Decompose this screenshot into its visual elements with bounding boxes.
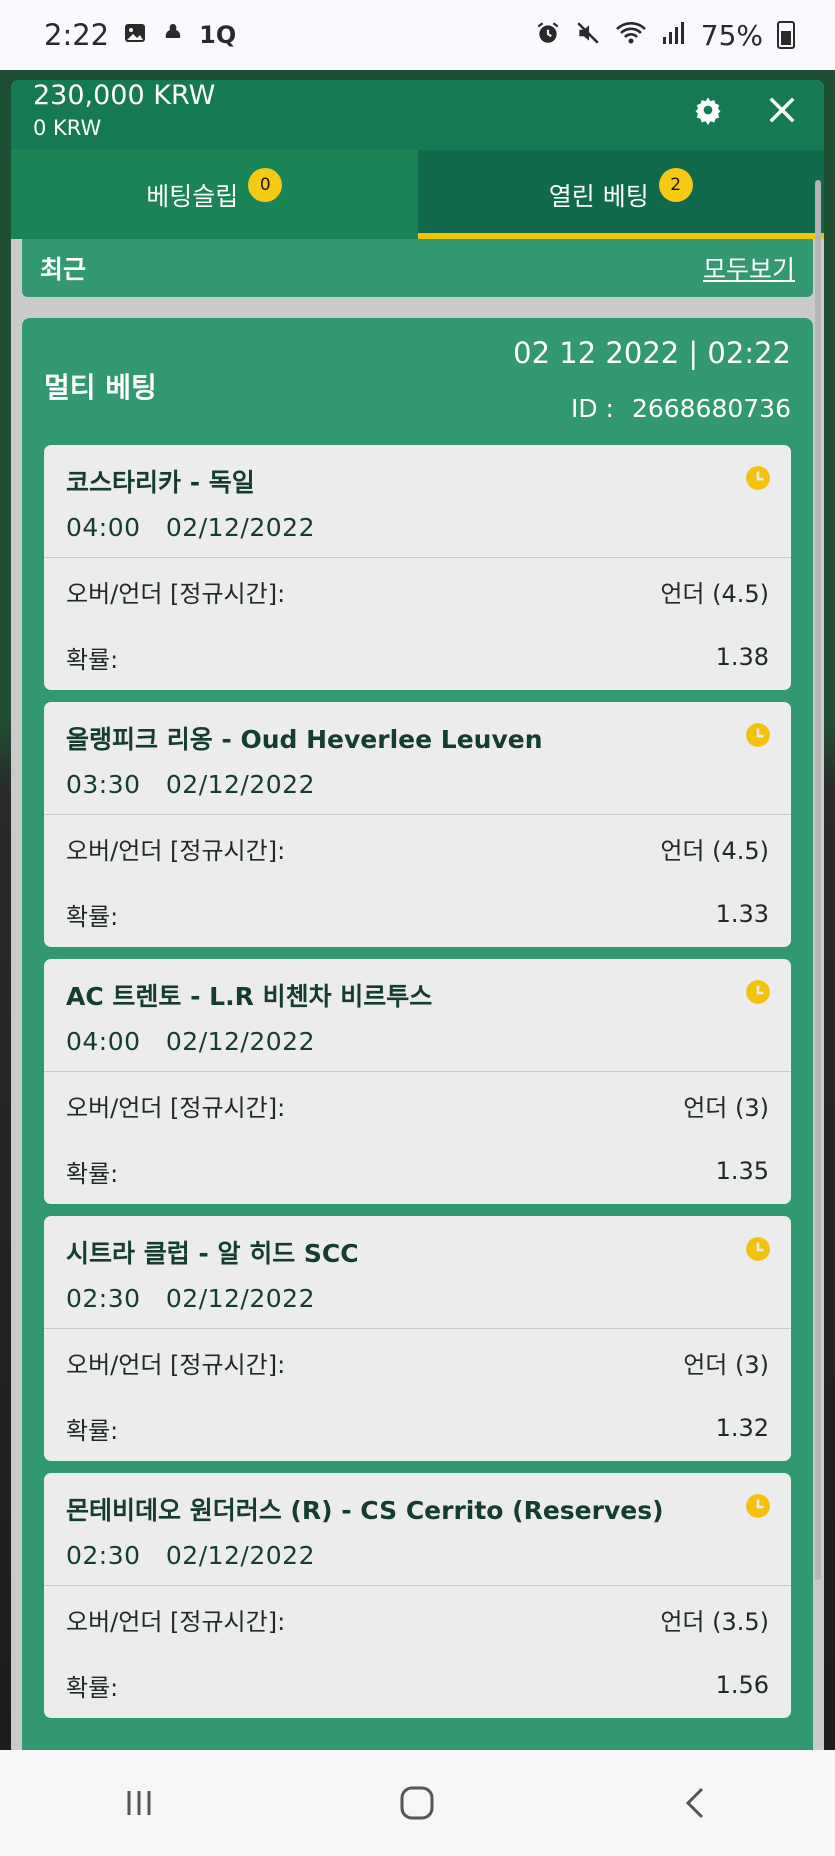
tab-count-badge: 0	[248, 167, 283, 202]
selection-card: 코스타리카 - 독일 04:00 02/12/2022 오버/언더 [정규시간]…	[44, 445, 791, 690]
tab-bar: 베팅슬립 0 열린 베팅 2	[11, 150, 824, 239]
wifi-icon	[615, 20, 647, 50]
match-time: 04:00 02/12/2022	[66, 513, 315, 542]
bet-type-title: 멀티 베팅	[44, 371, 157, 404]
gear-icon[interactable]	[688, 90, 728, 130]
clock-icon	[746, 466, 770, 490]
bet-id-label: ID :	[570, 394, 614, 423]
tab-count-badge: 2	[658, 167, 693, 202]
battery-percent: 75%	[700, 18, 763, 52]
clock-icon	[746, 980, 770, 1004]
recent-title: 최근	[40, 255, 87, 284]
selection-header: 시트라 클럽 - 알 히드 SCC 02:30 02/12/2022	[44, 1216, 791, 1329]
selection-header: 코스타리카 - 독일 04:00 02/12/2022	[44, 445, 791, 558]
odds-row: 확률: 1.38	[66, 643, 769, 674]
market-row: 오버/언더 [정규시간]: 언더 (3.5)	[66, 1607, 769, 1636]
selection-header: AC 트렌토 - L.R 비첸차 비르투스 04:00 02/12/2022	[44, 959, 791, 1072]
recent-bar: 최근 모두보기	[22, 239, 813, 297]
odds-row: 확률: 1.32	[66, 1414, 769, 1445]
market-row: 오버/언더 [정규시간]: 언더 (4.5)	[66, 579, 769, 608]
notification-icon	[161, 21, 185, 49]
gallery-icon	[123, 21, 147, 49]
match-name: 코스타리카 - 독일	[66, 468, 255, 497]
balance-amount: 230,000 KRW	[33, 80, 216, 111]
panel-header: 230,000 KRW 0 KRW	[11, 80, 824, 150]
navigation-bar	[0, 1750, 835, 1856]
header-actions	[688, 90, 802, 130]
odds-row: 확률: 1.56	[66, 1671, 769, 1702]
match-name: 시트라 클럽 - 알 히드 SCC	[66, 1239, 359, 1268]
home-icon[interactable]	[377, 1763, 457, 1843]
selection-card: 시트라 클럽 - 알 히드 SCC 02:30 02/12/2022 오버/언더…	[44, 1216, 791, 1461]
odds-row: 확률: 1.35	[66, 1157, 769, 1188]
match-name: 몬테비데오 원더러스 (R) - CS Cerrito (Reserves)	[66, 1496, 664, 1525]
match-time: 03:30 02/12/2022	[66, 770, 315, 799]
match-name: AC 트렌토 - L.R 비첸차 비르투스	[66, 982, 433, 1011]
status-left: 2:22 1Q	[44, 18, 236, 52]
selection-card: 올랭피크 리옹 - Oud Heverlee Leuven 03:30 02/1…	[44, 702, 791, 947]
bet-panel: 230,000 KRW 0 KRW 베팅슬립 0 열린 베팅 2 최근 모두보기…	[11, 80, 824, 1750]
view-all-link[interactable]: 모두보기	[703, 250, 795, 286]
back-icon[interactable]	[656, 1763, 736, 1843]
market-row: 오버/언더 [정규시간]: 언더 (4.5)	[66, 836, 769, 865]
tab-betslip[interactable]: 베팅슬립 0	[11, 150, 418, 239]
status-right: 75%	[535, 19, 795, 52]
selection-header: 올랭피크 리옹 - Oud Heverlee Leuven 03:30 02/1…	[44, 702, 791, 815]
mute-icon	[575, 20, 601, 50]
bet-id-value: 2668680736	[631, 394, 791, 423]
tab-label: 베팅슬립	[146, 181, 239, 211]
market-row: 오버/언더 [정규시간]: 언더 (3)	[66, 1093, 769, 1122]
clock-icon	[746, 1237, 770, 1261]
match-time: 02:30 02/12/2022	[66, 1284, 315, 1313]
match-name: 올랭피크 리옹 - Oud Heverlee Leuven	[66, 725, 543, 754]
signal-icon	[661, 20, 687, 50]
market-row: 오버/언더 [정규시간]: 언더 (3)	[66, 1350, 769, 1379]
tab-open-bets[interactable]: 열린 베팅 2	[417, 150, 824, 239]
tab-label: 열린 베팅	[548, 181, 649, 211]
bet-datetime: 02 12 2022 | 02:22	[513, 336, 791, 370]
multi-bet-card: 멀티 베팅 02 12 2022 | 02:22 ID : 2668680736…	[22, 318, 813, 1750]
scrollbar[interactable]	[815, 180, 821, 1580]
odds-row: 확률: 1.33	[66, 900, 769, 931]
status-time: 2:22	[44, 18, 110, 52]
close-icon[interactable]	[762, 90, 802, 130]
battery-icon	[777, 21, 795, 49]
app-badge-glyph: 1Q	[199, 21, 237, 49]
alarm-icon	[535, 20, 561, 50]
match-time: 04:00 02/12/2022	[66, 1027, 315, 1056]
selection-card: 몬테비데오 원더러스 (R) - CS Cerrito (Reserves) 0…	[44, 1473, 791, 1718]
bet-id: ID : 2668680736	[571, 394, 791, 423]
bonus-balance: 0 KRW	[33, 116, 102, 140]
clock-icon	[746, 723, 770, 747]
selection-card: AC 트렌토 - L.R 비첸차 비르투스 04:00 02/12/2022 오…	[44, 959, 791, 1204]
match-time: 02:30 02/12/2022	[66, 1541, 315, 1570]
recents-icon[interactable]	[99, 1763, 179, 1843]
status-bar: 2:22 1Q 75%	[0, 0, 835, 70]
selection-header: 몬테비데오 원더러스 (R) - CS Cerrito (Reserves) 0…	[44, 1473, 791, 1586]
clock-icon	[746, 1494, 770, 1518]
